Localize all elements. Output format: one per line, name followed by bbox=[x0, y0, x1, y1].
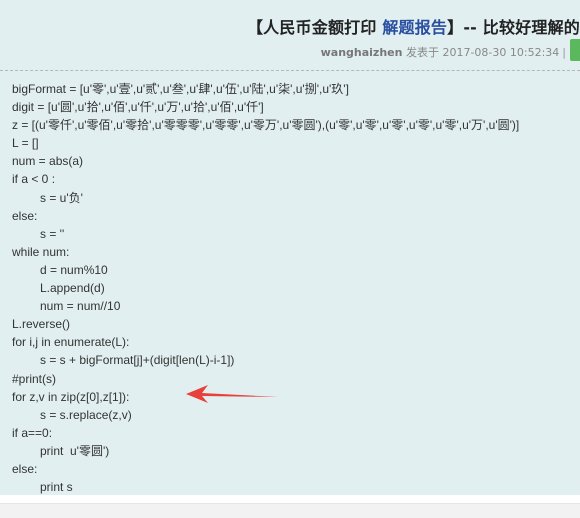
code-block: bigFormat = [u'零',u'壹',u'贰',u'叁',u'肆',u'… bbox=[12, 80, 570, 495]
code-line: while num: bbox=[12, 244, 70, 259]
code-line: if a < 0 : bbox=[12, 172, 56, 187]
code-line: d = num%10 bbox=[40, 262, 108, 277]
code-line: else: bbox=[12, 208, 38, 223]
code-line: bigFormat = [u'零',u'壹',u'贰',u'叁',u'肆',u'… bbox=[12, 82, 349, 96]
code-line: if a==0: bbox=[12, 425, 53, 440]
post-card: 【人民币金额打印 解题报告】-- 比较好理解的 wanghaizhen 发表于 … bbox=[0, 0, 580, 495]
post-datetime: 2017-08-30 10:52:34 bbox=[442, 46, 560, 59]
code-line: num = abs(a) bbox=[12, 154, 84, 169]
action-button[interactable] bbox=[570, 39, 580, 61]
code-line: digit = [u'圆',u'拾',u'佰',u'仟',u'万',u'拾',u… bbox=[12, 100, 264, 115]
code-line: s = u'负' bbox=[40, 190, 83, 205]
code-line: L = [] bbox=[12, 136, 39, 151]
posted-label: 发表于 bbox=[405, 46, 439, 59]
author-name[interactable]: wanghaizhen bbox=[321, 46, 403, 59]
code-line: else: bbox=[12, 461, 38, 476]
code-line: s = s.replace(z,v) bbox=[40, 407, 132, 422]
code-line: print u'零圆') bbox=[40, 443, 110, 458]
title-prefix: 【人民币金额打印 bbox=[246, 18, 383, 37]
divider bbox=[0, 70, 580, 71]
red-arrow-annotation bbox=[186, 385, 278, 403]
code-line: s = '' bbox=[40, 226, 65, 241]
code-line: #print(s) bbox=[12, 371, 57, 386]
code-line: num = num//10 bbox=[40, 299, 121, 314]
code-line: for i,j in enumerate(L): bbox=[12, 335, 130, 350]
post-meta: wanghaizhen 发表于 2017-08-30 10:52:34 | bbox=[321, 44, 566, 60]
code-line: s = s + bigFormat[j]+(digit[len(L)-i-1]) bbox=[40, 353, 235, 368]
meta-separator: | bbox=[562, 46, 566, 59]
title-link[interactable]: 解题报告 bbox=[382, 18, 447, 37]
code-line: L.append(d) bbox=[40, 281, 105, 296]
next-section-edge bbox=[0, 503, 580, 518]
code-line: for z,v in zip(z[0],z[1]): bbox=[12, 389, 130, 404]
code-line: L.reverse() bbox=[12, 317, 71, 332]
title-suffix: 】-- 比较好理解的 bbox=[447, 18, 580, 37]
post-title: 【人民币金额打印 解题报告】-- 比较好理解的 bbox=[247, 14, 580, 38]
code-line: z = [(u'零仟',u'零佰',u'零拾',u'零零零',u'零零',u'零… bbox=[12, 118, 520, 133]
code-line: print s bbox=[40, 480, 73, 495]
